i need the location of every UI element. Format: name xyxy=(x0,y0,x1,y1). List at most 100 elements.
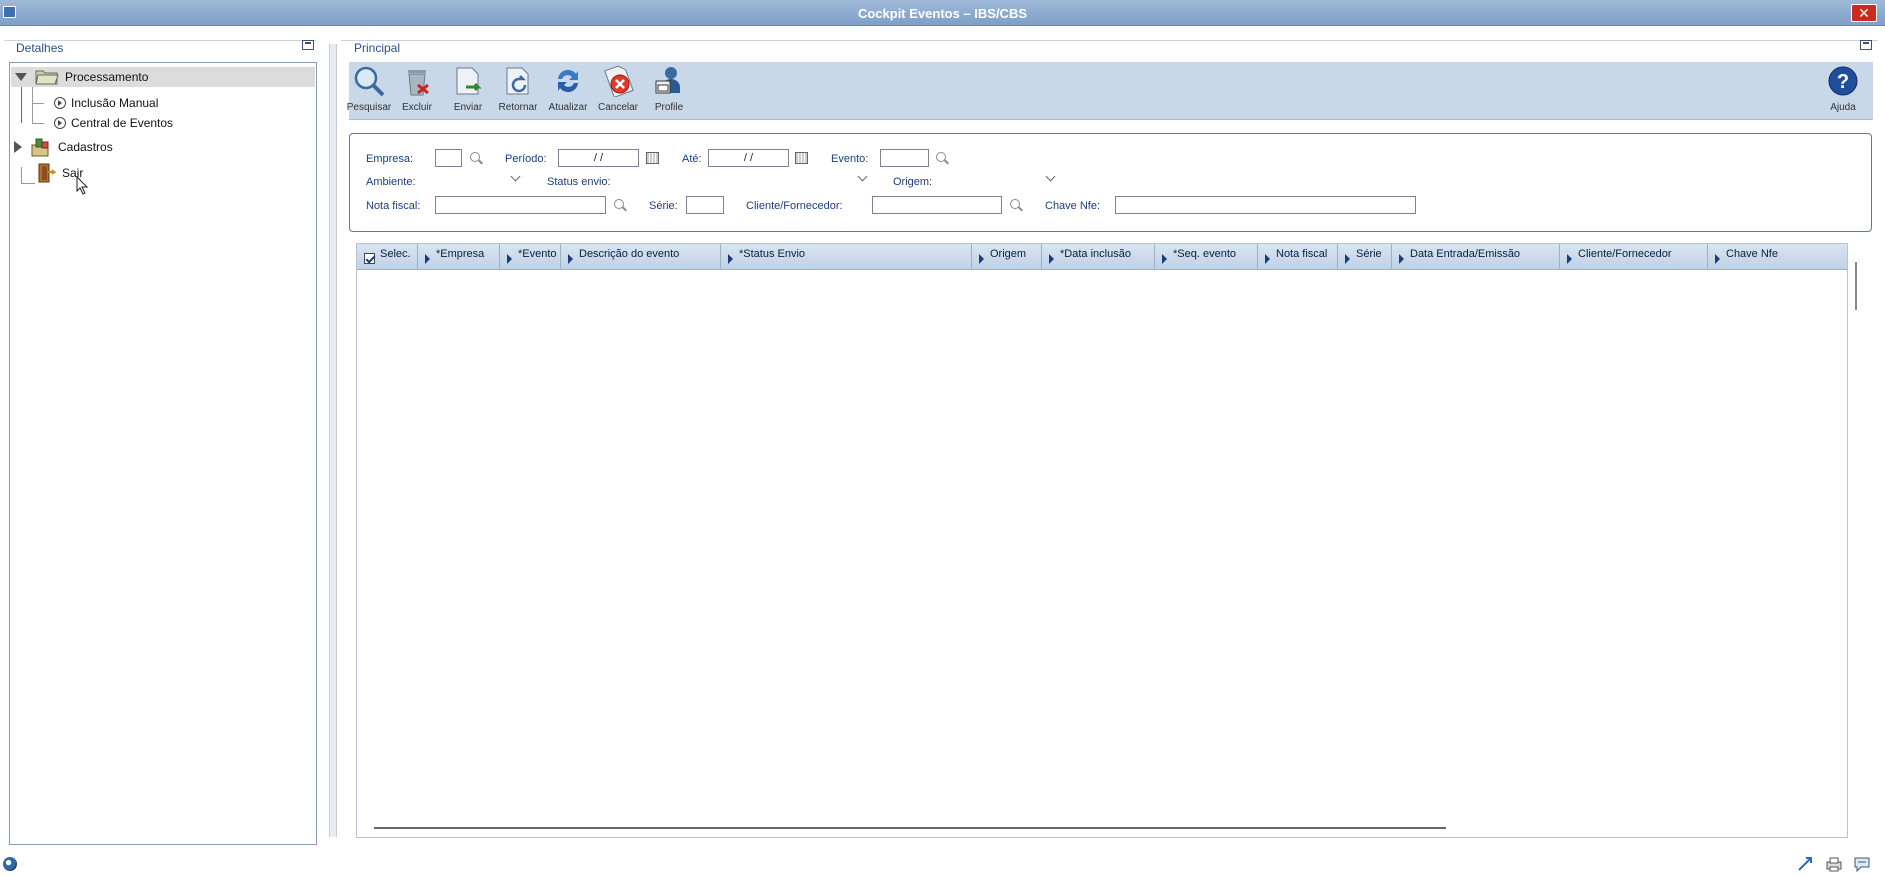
registry-icon xyxy=(31,138,49,157)
mouse-cursor-icon xyxy=(76,176,89,195)
column-header-evento[interactable]: *Evento xyxy=(500,244,561,270)
tree-guide-line xyxy=(21,167,22,183)
empresa-label: Empresa: xyxy=(366,153,414,165)
exit-door-icon xyxy=(38,163,57,183)
column-header-chave-nfe[interactable]: Chave Nfe xyxy=(1708,244,1847,270)
refresh-button[interactable]: Atualizar xyxy=(543,64,593,118)
tree-item-label: Inclusão Manual xyxy=(71,96,159,110)
evento-lookup-icon[interactable] xyxy=(936,152,946,162)
return-button[interactable]: Retornar xyxy=(493,64,543,118)
chat-icon[interactable] xyxy=(1853,856,1871,872)
ambiente-dropdown-chevron-icon[interactable] xyxy=(510,171,521,182)
nota-fiscal-lookup-icon[interactable] xyxy=(614,199,624,209)
tree-guide-line xyxy=(32,123,44,124)
status-envio-dropdown-chevron-icon[interactable] xyxy=(857,171,868,182)
events-grid: Selec. *Empresa *Evento Descrição do eve… xyxy=(356,243,1848,838)
help-button[interactable]: ? Ajuda xyxy=(1818,64,1868,118)
tree-item-processamento[interactable]: Processamento xyxy=(11,67,315,87)
toolbar-label: Atualizar xyxy=(548,102,588,113)
column-header-data-entrada-emissao[interactable]: Data Entrada/Emissão xyxy=(1392,244,1560,270)
sort-arrow-icon xyxy=(1567,254,1572,264)
ambiente-label: Ambiente: xyxy=(366,176,416,188)
delete-button[interactable]: Excluir xyxy=(392,64,442,118)
serie-label: Série: xyxy=(649,200,678,212)
column-header-selec[interactable]: Selec. xyxy=(357,244,418,270)
column-header-descricao[interactable]: Descrição do evento xyxy=(561,244,721,270)
toolbar-label: Enviar xyxy=(453,102,483,113)
empresa-lookup-icon[interactable] xyxy=(470,152,480,162)
column-header-serie[interactable]: Série xyxy=(1338,244,1392,270)
tree-item-label: Central de Eventos xyxy=(71,116,174,130)
sort-arrow-icon xyxy=(1715,254,1720,264)
globe-icon[interactable] xyxy=(3,857,17,871)
tree-item-label: Cadastros xyxy=(58,140,113,154)
evento-input[interactable] xyxy=(880,149,929,167)
cliente-fornecedor-label: Cliente/Fornecedor: xyxy=(746,200,843,212)
vertical-scrollbar[interactable] xyxy=(1855,262,1857,310)
refresh-icon xyxy=(558,69,578,93)
grid-header: Selec. *Empresa *Evento Descrição do eve… xyxy=(357,244,1847,270)
column-title: Chave Nfe xyxy=(1726,248,1778,260)
cliente-fornecedor-lookup-icon[interactable] xyxy=(1010,199,1020,209)
close-button[interactable]: ✕ xyxy=(1851,4,1877,22)
chave-nfe-label: Chave Nfe: xyxy=(1045,200,1101,212)
column-header-origem[interactable]: Origem xyxy=(972,244,1042,270)
left-panel-title: Detalhes xyxy=(16,41,64,55)
evento-label: Evento: xyxy=(831,153,869,165)
title-bar: Cockpit Eventos – IBS/CBS ✕ xyxy=(0,0,1885,26)
connection-icon[interactable] xyxy=(1797,856,1815,872)
arrow-circle-icon xyxy=(54,117,66,129)
column-header-data-inclusao[interactable]: *Data inclusão xyxy=(1042,244,1155,270)
profile-button[interactable]: Profile xyxy=(644,64,694,118)
ate-calendar-icon[interactable] xyxy=(795,152,808,164)
search-icon xyxy=(354,66,385,97)
chave-nfe-input[interactable] xyxy=(1115,196,1416,214)
tree-guide-line xyxy=(32,103,44,104)
toolbar-label: Ajuda xyxy=(1830,102,1856,113)
tree-item-central-de-eventos[interactable]: Central de Eventos xyxy=(54,113,173,133)
column-header-seq-evento[interactable]: *Seq. evento xyxy=(1155,244,1258,270)
tree-guide-line xyxy=(32,85,33,123)
column-title: Selec. xyxy=(380,248,411,260)
column-header-empresa[interactable]: *Empresa xyxy=(418,244,500,270)
column-title: Cliente/Fornecedor xyxy=(1578,248,1672,260)
select-all-checkbox[interactable] xyxy=(364,253,375,264)
toolbar-label: Excluir xyxy=(401,102,432,113)
sort-arrow-icon xyxy=(507,254,512,264)
column-header-status-envio[interactable]: *Status Envio xyxy=(721,244,972,270)
sort-arrow-icon xyxy=(979,254,984,264)
column-header-nota-fiscal[interactable]: Nota fiscal xyxy=(1258,244,1338,270)
tree-item-cadastros[interactable]: Cadastros xyxy=(14,137,113,157)
return-icon xyxy=(506,67,529,95)
collapse-icon[interactable] xyxy=(15,73,27,81)
periodo-input[interactable]: / / xyxy=(558,149,639,167)
panel-splitter[interactable] xyxy=(329,44,337,837)
cancel-button[interactable]: Cancelar xyxy=(593,64,643,118)
tree-item-label: Processamento xyxy=(65,70,149,84)
expand-icon[interactable] xyxy=(14,141,22,153)
column-title: Descrição do evento xyxy=(579,248,680,260)
arrow-circle-icon xyxy=(54,97,66,109)
origem-dropdown-chevron-icon[interactable] xyxy=(1045,171,1056,182)
serie-input[interactable] xyxy=(686,196,724,214)
minimize-right-panel-button[interactable] xyxy=(1860,40,1872,50)
send-button[interactable]: Enviar xyxy=(443,64,493,118)
periodo-calendar-icon[interactable] xyxy=(646,152,659,164)
column-title: *Status Envio xyxy=(739,248,806,260)
horizontal-scrollbar[interactable] xyxy=(374,827,1446,829)
printer-icon[interactable] xyxy=(1825,856,1843,872)
sort-arrow-icon xyxy=(1345,254,1350,264)
tree-item-inclusao-manual[interactable]: Inclusão Manual xyxy=(54,93,158,113)
search-button[interactable]: Pesquisar xyxy=(344,64,394,118)
column-header-cliente-fornecedor[interactable]: Cliente/Fornecedor xyxy=(1560,244,1708,270)
cliente-fornecedor-input[interactable] xyxy=(872,196,1002,214)
nota-fiscal-input[interactable] xyxy=(435,196,606,214)
minimize-left-panel-button[interactable] xyxy=(302,40,314,50)
cancel-icon xyxy=(604,65,634,98)
empresa-input[interactable] xyxy=(435,149,462,167)
toolbar-label: Pesquisar xyxy=(346,102,392,113)
column-title: *Data inclusão xyxy=(1060,248,1131,260)
ate-input[interactable]: / / xyxy=(708,149,789,167)
column-title: Série xyxy=(1356,248,1382,260)
column-title: *Seq. evento xyxy=(1173,248,1236,260)
